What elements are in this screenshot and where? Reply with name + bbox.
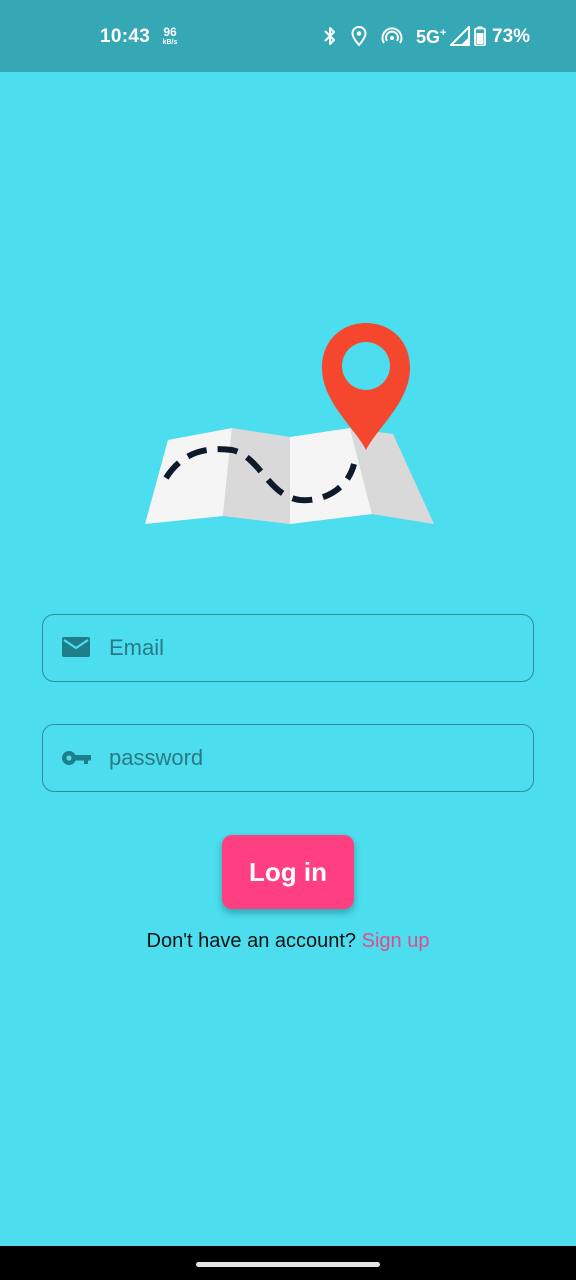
signup-link[interactable]: Sign up [362,930,430,952]
login-button[interactable]: Log in [222,835,354,909]
network-speed-unit: kB/s [162,39,178,46]
battery-percentage: 73% [492,26,531,47]
network-speed: 96 kB/s [159,26,181,46]
email-input[interactable] [109,615,519,681]
password-field[interactable] [42,724,534,792]
signal-icon [450,26,470,46]
signup-prompt: Don't have an account? [146,930,357,952]
status-bar: 10:43 96 kB/s 5G+ 73% [0,0,576,72]
navigation-bar [0,1246,576,1280]
status-time: 10:43 [100,26,151,47]
signup-row: Don't have an account? Sign up [0,930,576,953]
home-indicator[interactable] [196,1262,380,1267]
bluetooth-icon [324,27,335,45]
battery-icon [474,26,486,46]
network-type: 5G+ [416,27,447,47]
password-input[interactable] [109,725,519,791]
map-with-location-pin-icon [145,323,434,524]
key-icon [62,751,91,765]
location-icon [351,25,367,47]
mail-icon [62,637,90,657]
email-field[interactable] [42,614,534,682]
network-speed-value: 96 [163,25,177,39]
hotspot-icon [381,27,403,44]
